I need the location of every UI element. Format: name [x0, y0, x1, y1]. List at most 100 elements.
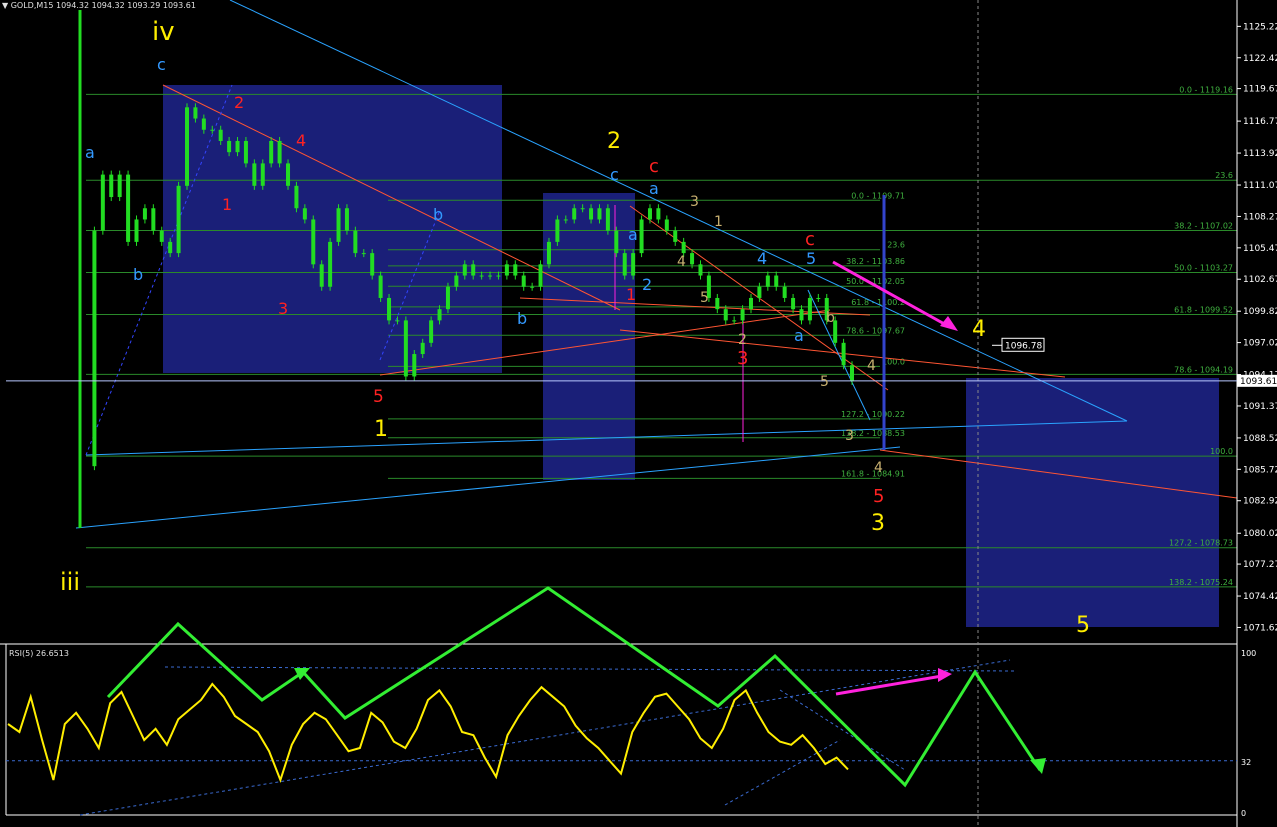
wave-label: 3: [690, 194, 699, 210]
candle-body: [530, 286, 535, 288]
candle-body: [142, 208, 147, 220]
y-tick-label: 1102.67: [1243, 275, 1277, 285]
wave-label: 3: [871, 511, 885, 536]
candle-body: [126, 174, 131, 242]
y-tick-label: 1097.02: [1243, 339, 1277, 349]
candle-body: [782, 286, 787, 298]
candle-body: [841, 342, 846, 366]
wave-label: iii: [60, 568, 80, 596]
collapse-triangle-icon[interactable]: ▼: [2, 1, 8, 10]
candle-body: [243, 140, 248, 164]
rsi-tick-label: 0: [1241, 809, 1246, 818]
candle-body: [403, 320, 408, 377]
price-chart[interactable]: 0.0 - 1119.1623.638.2 - 1107.0250.0 - 11…: [0, 0, 1277, 827]
candle-body: [210, 129, 215, 131]
candle-body: [420, 342, 425, 355]
candle-body: [445, 286, 450, 310]
candle-body: [227, 140, 232, 153]
rsi-tick-label: 100: [1241, 649, 1256, 658]
candle-body: [134, 219, 139, 242]
y-tick-label: 1119.67: [1243, 85, 1277, 95]
candle-body: [605, 208, 610, 231]
y-tick-label: 1077.27: [1243, 560, 1277, 570]
candle-body: [850, 365, 854, 381]
candle-body: [100, 174, 105, 231]
wave-label: c: [649, 156, 659, 177]
wave-label: b: [517, 309, 527, 328]
y-tick-label: 1082.92: [1243, 497, 1277, 507]
candle-body: [201, 118, 206, 130]
candle-body: [218, 129, 223, 141]
rsi-header: RSI(5) 26.6513: [9, 649, 69, 658]
candle-body: [538, 264, 543, 287]
wave-label: c: [805, 229, 815, 250]
wave-label: 1: [714, 214, 723, 230]
candle-body: [807, 297, 812, 321]
candle-body: [698, 264, 703, 276]
candle-body: [370, 253, 375, 276]
y-tick-label: 1108.27: [1243, 212, 1277, 222]
candle-body: [614, 230, 619, 254]
candle-body: [572, 208, 577, 220]
fib-level-label: 0.0 - 1109.71: [851, 191, 905, 200]
candle-body: [353, 230, 358, 254]
candle-body: [235, 140, 240, 153]
candle-body: [176, 185, 181, 254]
candle-body: [580, 208, 585, 210]
y-tick-label: 1125.22: [1243, 22, 1277, 32]
candle-body: [546, 241, 551, 265]
y-tick-label: 1122.42: [1243, 54, 1277, 64]
fib-level-label: 100.0: [1210, 447, 1233, 456]
wave-label: 4: [677, 254, 686, 270]
wave-label: 5: [820, 374, 829, 390]
symbol-header: ▼ GOLD,M15 1094.32 1094.32 1093.29 1093.…: [2, 1, 196, 10]
candle-body: [319, 264, 324, 287]
wave-label: 1: [222, 195, 232, 214]
candle-body: [336, 208, 341, 242]
candle-body: [791, 297, 796, 310]
candle-body: [437, 309, 442, 321]
fib-level-label: 78.6 - 1094.19: [1174, 365, 1233, 374]
current-price-label: 1093.61: [1240, 377, 1277, 387]
candle-body: [92, 230, 97, 467]
candle-body: [378, 275, 383, 298]
y-tick-label: 1113.92: [1243, 149, 1277, 159]
candle-body: [555, 219, 560, 242]
candle-body: [748, 297, 753, 310]
candle-body: [656, 208, 661, 220]
candle-body: [563, 219, 568, 221]
candle-body: [765, 275, 770, 287]
wave-label: 2: [738, 332, 747, 348]
candle-body: [454, 275, 459, 287]
candle-body: [277, 140, 282, 164]
wave-label: 3: [845, 428, 854, 444]
wave-label: 5: [873, 486, 884, 507]
wave-label: a: [649, 179, 659, 198]
wave-label: 5: [1076, 613, 1090, 638]
candle-body: [395, 320, 400, 322]
wave-label: 4: [874, 460, 883, 476]
fib-level-label: 23.6: [1215, 171, 1233, 180]
y-tick-label: 1074.42: [1243, 592, 1277, 602]
candle-body: [496, 275, 501, 277]
wave-label: 2: [234, 93, 244, 112]
wave-label: 5: [373, 387, 384, 407]
wave-label: 2: [642, 275, 652, 294]
candle-body: [328, 241, 333, 287]
y-tick-label: 1088.52: [1243, 434, 1277, 444]
candle-body: [757, 286, 762, 298]
y-tick-label: 1091.37: [1243, 402, 1277, 412]
candle-body: [109, 174, 114, 198]
wave-label: 1: [374, 417, 388, 442]
wave-label: c: [157, 55, 166, 74]
candle-body: [664, 219, 669, 231]
ohlc-values: 1094.32 1094.32 1093.29 1093.61: [56, 1, 196, 10]
candle-body: [462, 264, 467, 276]
candle-body: [647, 208, 652, 220]
fib-level-label: 127.2 - 1090.22: [841, 410, 905, 419]
candle-body: [252, 163, 257, 186]
candle-body: [799, 309, 804, 321]
candle-body: [597, 208, 602, 220]
fib-level-label: 0.0 - 1119.16: [1179, 85, 1233, 94]
candle-body: [286, 163, 291, 186]
